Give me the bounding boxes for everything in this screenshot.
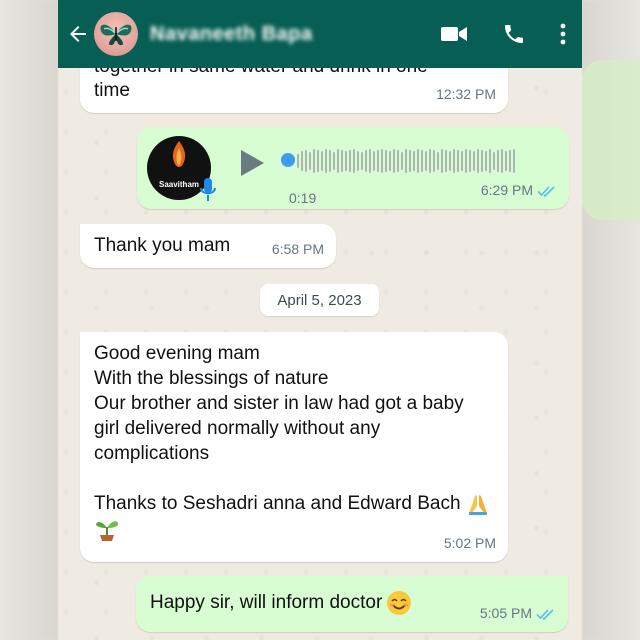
play-icon[interactable] (239, 149, 265, 177)
phone-icon[interactable] (502, 22, 526, 46)
flame-logo-icon (172, 140, 186, 167)
message-body: Good evening mam With the blessings of n… (94, 343, 464, 514)
playback-position-dot[interactable] (281, 153, 295, 167)
arrow-left-icon (70, 26, 86, 42)
time-label: 5:05 PM (479, 605, 532, 621)
contact-avatar[interactable] (94, 12, 138, 56)
message-time: 12:32 PM (436, 82, 496, 107)
time-label: 6:58 PM (271, 241, 324, 257)
chat-screen: Navaneeth Bapa together in same water an… (58, 0, 582, 640)
message-text: Good evening mam With the blessings of n… (94, 341, 494, 542)
double-check-icon (536, 608, 554, 620)
message-bubble-outgoing[interactable]: Happy sir, will inform doctor 5:05 PM (136, 576, 568, 632)
message-time: 6:29 PM (481, 178, 557, 203)
message-bubble-incoming[interactable]: Thank you mam 6:58 PM (80, 224, 336, 268)
blurred-background-right (582, 0, 640, 640)
voice-duration: 0:19 (289, 190, 317, 206)
video-call-icon[interactable] (440, 24, 468, 44)
double-check-icon (537, 185, 555, 197)
time-label: 6:29 PM (480, 182, 533, 198)
message-body: Happy sir, will inform doctor (150, 592, 383, 614)
blurred-background-left (0, 0, 58, 640)
header-actions (440, 0, 566, 68)
message-text: Happy sir, will inform doctor (150, 590, 412, 616)
microphone-icon (200, 178, 216, 201)
message-text: time (94, 80, 130, 101)
voice-message-bubble[interactable]: Saavitham 0:19 6:29 PM (137, 127, 569, 209)
back-button[interactable] (58, 0, 98, 68)
more-vert-icon[interactable] (560, 23, 566, 45)
blurred-bubble-edge (582, 60, 640, 220)
message-time: 6:58 PM (272, 237, 324, 262)
message-time: 5:02 PM (444, 531, 496, 556)
message-text: Thank you mam (94, 235, 231, 256)
folded-hands-icon (468, 494, 487, 515)
message-time: 5:05 PM (480, 601, 556, 626)
time-label: 12:32 PM (436, 86, 496, 102)
smiling-face-icon (387, 591, 412, 615)
message-bubble-incoming[interactable]: Good evening mam With the blessings of n… (80, 332, 508, 562)
contact-name[interactable]: Navaneeth Bapa (150, 23, 313, 46)
chat-header: Navaneeth Bapa (58, 0, 582, 68)
voice-waveform[interactable] (297, 147, 515, 175)
voice-avatar-label: Saavitham (158, 179, 200, 189)
date-separator: April 5, 2023 (260, 284, 379, 316)
butterfly-icon (100, 24, 132, 46)
seedling-icon (96, 521, 119, 541)
time-label: 5:02 PM (443, 535, 496, 551)
